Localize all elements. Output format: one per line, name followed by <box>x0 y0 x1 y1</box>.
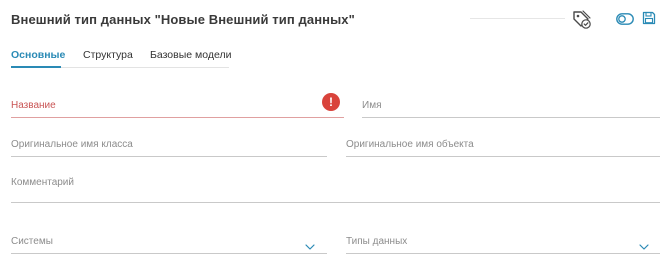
object-name-field-label: Оригинальное имя объекта <box>346 139 474 150</box>
name-field[interactable]: Название ! <box>11 90 344 118</box>
alias-field-label: Имя <box>362 100 382 111</box>
name-field-label: Название <box>11 100 56 111</box>
systems-select-underline <box>11 253 327 254</box>
chevron-down-icon[interactable] <box>639 237 649 250</box>
toggle-icon[interactable] <box>616 12 634 25</box>
comment-field-label: Комментарий <box>11 177 74 188</box>
object-name-field-underline <box>346 156 660 157</box>
save-icon[interactable] <box>642 11 656 25</box>
class-name-field[interactable]: Оригинальное имя класса <box>11 130 327 157</box>
class-name-field-label: Оригинальное имя класса <box>11 139 133 150</box>
tab-main[interactable]: Основные <box>11 49 65 61</box>
alias-field-underline <box>362 117 660 118</box>
tab-structure[interactable]: Структура <box>83 49 133 61</box>
page-title: Внешний тип данных "Новые Внешний тип да… <box>11 12 355 27</box>
class-name-field-underline <box>11 156 327 157</box>
systems-select[interactable]: Системы <box>11 226 327 254</box>
tab-base-models[interactable]: Базовые модели <box>150 49 231 61</box>
systems-select-label: Системы <box>11 236 53 247</box>
name-field-underline <box>11 117 344 118</box>
data-types-select-underline <box>346 253 660 254</box>
chevron-down-icon[interactable] <box>305 237 315 250</box>
page-header: Внешний тип данных "Новые Внешний тип да… <box>0 0 672 40</box>
tag-icon[interactable] <box>570 8 592 30</box>
tab-bar: Основные Структура Базовые модели <box>11 40 231 68</box>
header-divider <box>470 18 565 19</box>
object-name-field[interactable]: Оригинальное имя объекта <box>346 130 660 157</box>
comment-field[interactable]: Комментарий <box>11 168 660 203</box>
comment-field-underline <box>11 202 660 203</box>
data-types-select[interactable]: Типы данных <box>346 226 660 254</box>
alias-field[interactable]: Имя <box>362 90 660 118</box>
active-tab-indicator <box>11 66 61 68</box>
error-icon: ! <box>322 93 340 111</box>
data-types-select-label: Типы данных <box>346 236 408 247</box>
